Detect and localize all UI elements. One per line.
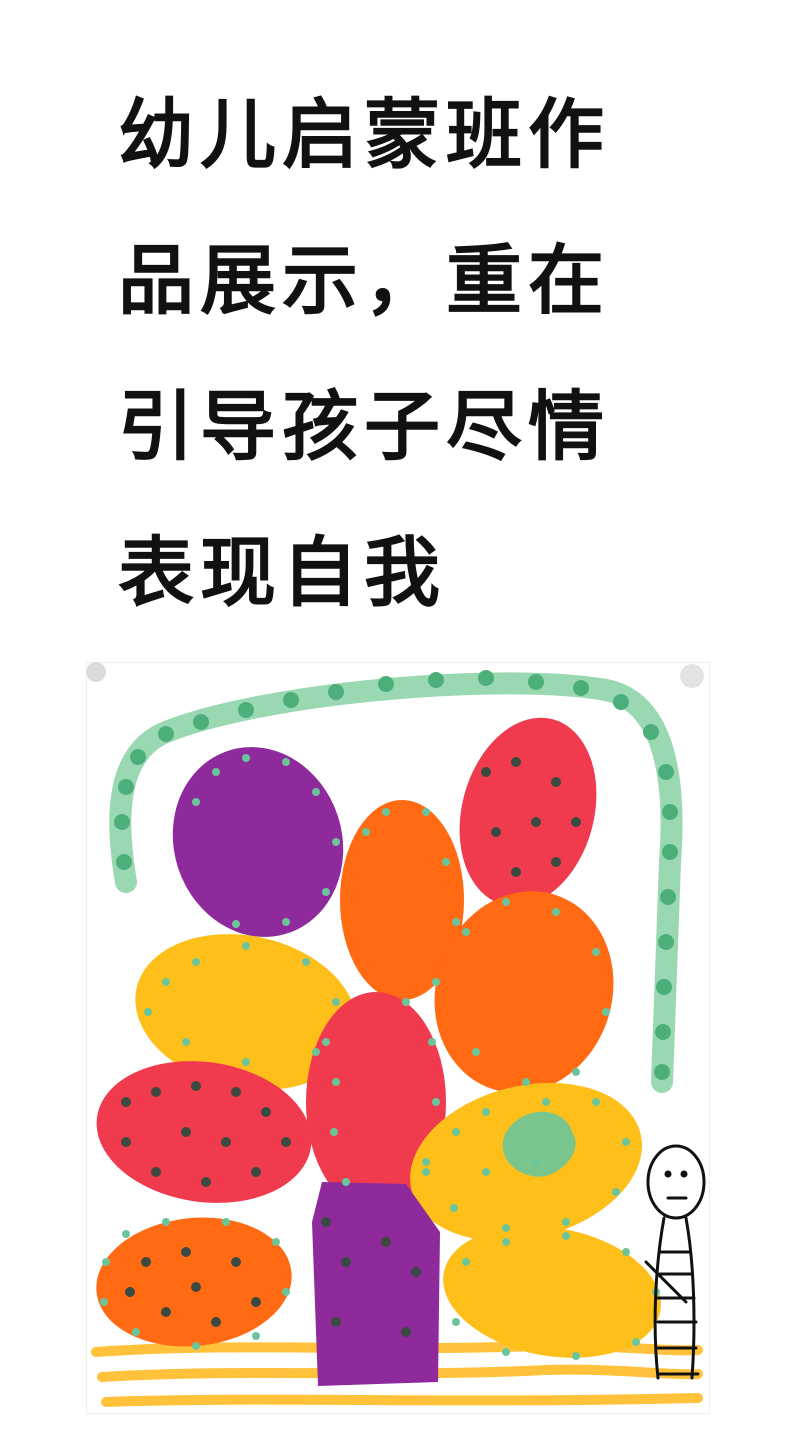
caption-line-1: 幼儿启蒙班作 xyxy=(118,90,610,179)
pad-purple-stem xyxy=(312,1182,440,1386)
caption-line-2: 品展示，重在 xyxy=(118,236,610,325)
cactus-collage-drawing xyxy=(86,662,710,1414)
pushpin-right xyxy=(680,664,704,688)
caption-line-3: 引导孩子尽情 xyxy=(118,382,610,471)
child-artwork-cactus xyxy=(86,662,710,1414)
pushpin-left xyxy=(86,662,106,682)
caption-text: 幼儿启蒙班作 品展示，重在 引导孩子尽情 表现自我 xyxy=(118,62,678,646)
caption-line-4: 表现自我 xyxy=(118,528,446,617)
